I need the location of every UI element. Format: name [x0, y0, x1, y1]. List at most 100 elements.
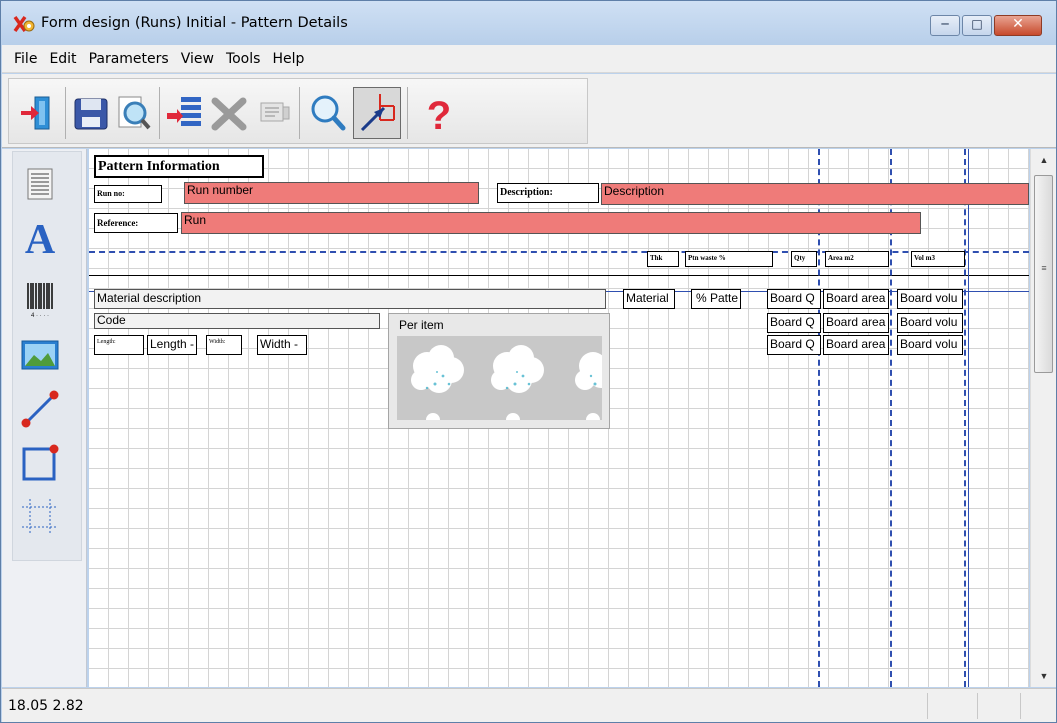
rectangle-tool[interactable] [18, 441, 62, 485]
zoom-button[interactable] [307, 91, 347, 135]
text-document-tool[interactable] [18, 163, 62, 207]
board-volume-field-1[interactable]: Board volu [897, 289, 963, 309]
guide-vertical-3[interactable] [964, 149, 966, 687]
toolbar: ? [2, 74, 1056, 148]
exit-door-icon [21, 96, 50, 130]
barcode-icon: 4 · · · · [27, 283, 53, 319]
font-text-icon: A [25, 217, 56, 263]
save-button[interactable] [71, 91, 111, 135]
image-placeholder [397, 336, 602, 420]
code-field[interactable]: Code [94, 313, 380, 329]
menu-bar: File Edit Parameters View Tools Help [2, 45, 1056, 73]
maximize-icon: □ [971, 17, 983, 31]
scroll-up-arrow-icon[interactable]: ▲ [1031, 151, 1057, 169]
image-tool[interactable] [18, 333, 62, 377]
status-bar: 18.05 2.82 [2, 688, 1056, 722]
grid-frame-tool[interactable] [18, 495, 62, 539]
barcode-tool[interactable]: 4 · · · · [18, 277, 62, 321]
col-vol-label[interactable]: Vol m3 [911, 251, 965, 267]
description-label[interactable]: Description: [497, 183, 599, 203]
title-bar: Form design (Runs) Initial - Pattern Det… [1, 1, 1056, 45]
length-label[interactable]: Length: [94, 335, 144, 355]
menu-edit[interactable]: Edit [45, 51, 84, 67]
board-area-field-3[interactable]: Board area [823, 335, 889, 355]
col-qty-label[interactable]: Qty [791, 251, 817, 267]
run-number-field[interactable]: Run number [184, 182, 479, 204]
close-button[interactable]: ✕ [994, 15, 1042, 36]
menu-file[interactable]: File [10, 51, 45, 67]
menu-view[interactable]: View [177, 51, 222, 67]
material-description-field[interactable]: Material description [94, 289, 606, 309]
delete-button[interactable] [209, 91, 249, 135]
board-volume-field-3[interactable]: Board volu [897, 335, 963, 355]
disabled-tool-button[interactable] [253, 91, 293, 135]
board-qty-field-3[interactable]: Board Q [767, 335, 821, 355]
window-title: Form design (Runs) Initial - Pattern Det… [41, 15, 348, 31]
material-field[interactable]: Material [623, 289, 675, 309]
line-tool[interactable] [18, 387, 62, 431]
col-thk-label[interactable]: Thk [647, 251, 679, 267]
close-icon: ✕ [1012, 16, 1024, 32]
board-qty-field-1[interactable]: Board Q [767, 289, 821, 309]
scrollbar-thumb[interactable]: ≡ [1034, 175, 1053, 373]
width-label[interactable]: Width: [206, 335, 242, 355]
print-preview-button[interactable] [113, 91, 153, 135]
vertical-scrollbar[interactable]: ▲ ≡ ▼ [1030, 149, 1056, 687]
rectangle-tool-icon [22, 444, 59, 481]
scroll-down-arrow-icon[interactable]: ▼ [1031, 667, 1057, 685]
print-preview-icon [118, 96, 151, 130]
length-field[interactable]: Length - [147, 335, 197, 355]
insert-field-button[interactable] [165, 91, 205, 135]
description-field[interactable]: Description [601, 183, 1029, 205]
per-item-image-box[interactable]: Per item [388, 313, 610, 429]
font-text-tool[interactable]: A [18, 215, 62, 263]
minimize-button[interactable]: ─ [930, 15, 960, 36]
reference-label[interactable]: Reference: [94, 213, 178, 233]
cloud-pattern-icon [411, 345, 602, 420]
board-volume-field-2[interactable]: Board volu [897, 313, 963, 333]
save-disk-icon [74, 98, 108, 130]
menu-parameters[interactable]: Parameters [85, 51, 177, 67]
board-area-field-1[interactable]: Board area [823, 289, 889, 309]
section-title[interactable]: Pattern Information [94, 155, 264, 178]
app-window: Form design (Runs) Initial - Pattern Det… [0, 0, 1057, 723]
band-divider-line [89, 275, 1029, 276]
pct-pattern-field[interactable]: % Patte [691, 289, 741, 309]
tool-disabled-icon [260, 102, 290, 122]
select-tool-button[interactable] [353, 87, 401, 139]
help-question-icon: ? [427, 94, 451, 138]
col-area-label[interactable]: Area m2 [825, 251, 889, 267]
board-qty-field-2[interactable]: Board Q [767, 313, 821, 333]
menu-tools[interactable]: Tools [222, 51, 269, 67]
menu-help[interactable]: Help [268, 51, 312, 67]
grid-frame-icon [22, 499, 58, 535]
per-item-label: Per item [399, 318, 444, 332]
width-field[interactable]: Width - [257, 335, 307, 355]
minimize-icon: ─ [941, 17, 949, 31]
line-tool-icon [21, 390, 59, 428]
toolbar-group: ? [8, 78, 588, 144]
status-pane-divider [927, 693, 928, 719]
insert-field-icon [167, 97, 201, 126]
maximize-button[interactable]: □ [962, 15, 992, 36]
app-logo-icon [13, 15, 35, 33]
delete-icon [211, 97, 247, 131]
board-area-field-2[interactable]: Board area [823, 313, 889, 333]
zoom-icon [311, 95, 346, 131]
exit-button[interactable] [17, 91, 57, 135]
scrollbar-grip-icon: ≡ [1041, 263, 1047, 273]
image-icon [21, 340, 59, 370]
svg-text:?: ? [427, 94, 451, 135]
col-ptn-waste-label[interactable]: Ptn waste % [685, 251, 773, 267]
text-document-icon [27, 168, 53, 200]
guide-vertical-4[interactable] [968, 149, 969, 687]
run-no-label[interactable]: Run no: [94, 185, 162, 203]
help-button[interactable]: ? [419, 91, 459, 138]
status-pane-divider [977, 693, 978, 719]
svg-text:4 · · · ·: 4 · · · · [31, 313, 49, 319]
tool-palette: A 4 · · · · [2, 149, 87, 687]
select-arrow-icon [360, 94, 395, 132]
cursor-coordinates: 18.05 2.82 [8, 698, 84, 714]
reference-field[interactable]: Run [181, 212, 921, 234]
design-canvas[interactable]: Pattern Information Run no: Run number D… [89, 149, 1029, 687]
